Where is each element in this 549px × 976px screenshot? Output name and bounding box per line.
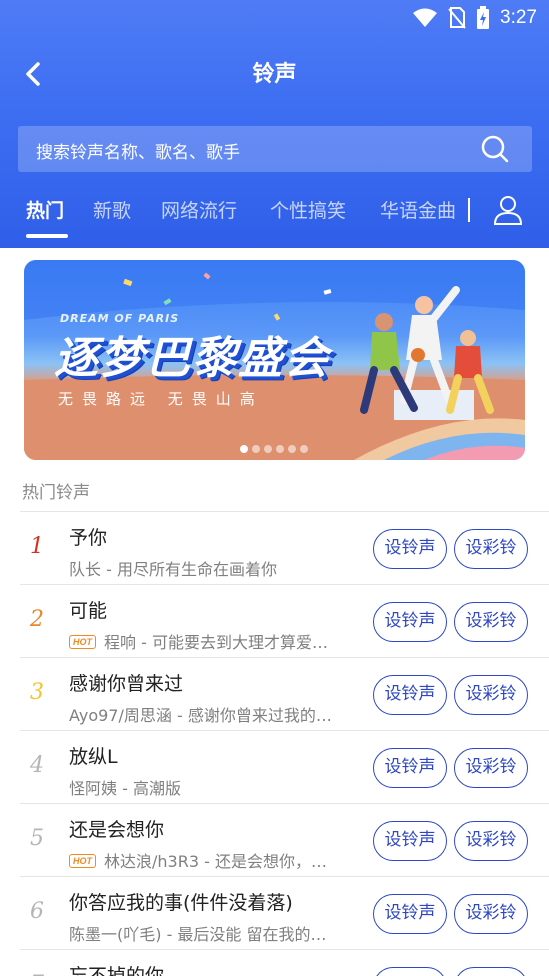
wifi-icon [413,8,438,27]
carousel-indicator [240,445,308,453]
list-item[interactable]: 7 忘不掉的你 设铃声 设彩铃 [20,950,549,976]
tab-new[interactable]: 新歌 [93,196,131,223]
carousel-dot[interactable] [264,445,272,453]
list-item[interactable]: 6 你答应我的事(件件没着落) 陈墨一(吖毛) - 最后没能 留在我的… 设铃声… [20,877,549,950]
song-artist: 陈墨一(吖毛) - 最后没能 留在我的… [69,925,327,944]
carousel-dot[interactable] [288,445,296,453]
set-color-ring-button[interactable]: 设彩铃 [454,529,528,569]
set-ringtone-button[interactable]: 设铃声 [373,821,447,861]
rank-number: 4 [30,753,44,778]
rank-number: 2 [30,607,44,632]
hot-badge: HOT [69,854,96,868]
ringtone-list: 1 予你 队长 - 用尽所有生命在画着你 设铃声 设彩铃 2 可能 HOT 程响 … [20,511,549,976]
status-bar: 3:27 [0,0,549,38]
promo-banner[interactable]: DREAM OF PARIS 逐梦巴黎盛会 无畏路远 无畏山高 [24,260,525,460]
hot-badge: HOT [69,635,96,649]
section-title: 热门铃声 [22,483,90,503]
active-tab-indicator [26,234,68,238]
set-ringtone-button[interactable]: 设铃声 [373,602,447,642]
clock: 3:27 [500,7,537,28]
search-icon[interactable] [480,134,510,164]
banner-title: 逐梦巴黎盛会 [54,333,330,384]
title-bar: 铃声 [0,42,549,106]
rank-number: 5 [30,826,44,851]
rank-number: 6 [30,899,44,924]
set-color-ring-button[interactable]: 设彩铃 [454,894,528,934]
song-title: 你答应我的事(件件没着落) [69,892,293,914]
carousel-dot[interactable] [252,445,260,453]
song-artist: HOT 程响 - 可能要去到大理才算爱… [69,629,367,653]
song-title: 忘不掉的你 [69,965,165,976]
tab-scroll-divider [468,198,470,222]
tab-internet-popular[interactable]: 网络流行 [161,196,237,223]
song-title: 还是会想你 [69,819,165,841]
song-title: 感谢你曾来过 [69,673,184,695]
song-artist: Ayo97/周思涵 - 感谢你曾来过我的… [69,706,332,725]
song-title: 予你 [69,527,108,549]
battery-charging-icon [477,6,490,29]
search-bar[interactable]: 搜索铃声名称、歌名、歌手 [18,126,532,172]
search-input[interactable]: 搜索铃声名称、歌名、歌手 [36,138,240,163]
set-ringtone-button[interactable]: 设铃声 [373,529,447,569]
song-artist: 队长 - 用尽所有生命在画着你 [69,560,277,579]
set-ringtone-button[interactable]: 设铃声 [373,675,447,715]
rank-number: 1 [30,534,44,559]
set-color-ring-button[interactable]: 设彩铃 [454,821,528,861]
tab-funny[interactable]: 个性搞笑 [270,196,346,223]
app-header: 3:27 铃声 搜索铃声名称、歌名、歌手 热门 新歌 网络流行 个性搞笑 华语金… [0,0,549,248]
set-ringtone-button[interactable]: 设铃声 [373,967,447,976]
list-item[interactable]: 3 感谢你曾来过 Ayo97/周思涵 - 感谢你曾来过我的… 设铃声 设彩铃 [20,658,549,731]
tab-chinese-classics[interactable]: 华语金曲 [380,196,456,223]
set-color-ring-button[interactable]: 设彩铃 [454,748,528,788]
no-sim-icon [448,7,466,29]
category-tabs: 热门 新歌 网络流行 个性搞笑 华语金曲 [0,186,549,244]
song-artist: 怪阿姨 - 高潮版 [69,779,181,798]
list-item[interactable]: 2 可能 HOT 程响 - 可能要去到大理才算爱… 设铃声 设彩铃 [20,585,549,658]
set-color-ring-button[interactable]: 设彩铃 [454,602,528,642]
set-color-ring-button[interactable]: 设彩铃 [454,675,528,715]
list-item[interactable]: 5 还是会想你 HOT 林达浪/h3R3 - 还是会想你，… 设铃声 设彩铃 [20,804,549,877]
user-icon[interactable] [492,194,524,226]
rank-number: 3 [30,680,44,705]
set-ringtone-button[interactable]: 设铃声 [373,748,447,788]
song-title: 放纵L [69,746,118,768]
page-title: 铃声 [252,62,297,87]
rank-number: 7 [30,972,44,976]
list-item[interactable]: 1 予你 队长 - 用尽所有生命在画着你 设铃声 设彩铃 [20,512,549,585]
song-title: 可能 [69,600,108,622]
carousel-dot[interactable] [276,445,284,453]
banner-slogan: 无畏路远 无畏山高 [58,390,264,408]
set-ringtone-button[interactable]: 设铃声 [373,894,447,934]
set-color-ring-button[interactable]: 设彩铃 [454,967,528,976]
carousel-dot[interactable] [300,445,308,453]
tab-hot[interactable]: 热门 [26,196,64,223]
carousel-dot[interactable] [240,445,248,453]
song-artist: HOT 林达浪/h3R3 - 还是会想你，… [69,848,367,872]
list-item[interactable]: 4 放纵L 怪阿姨 - 高潮版 设铃声 设彩铃 [20,731,549,804]
